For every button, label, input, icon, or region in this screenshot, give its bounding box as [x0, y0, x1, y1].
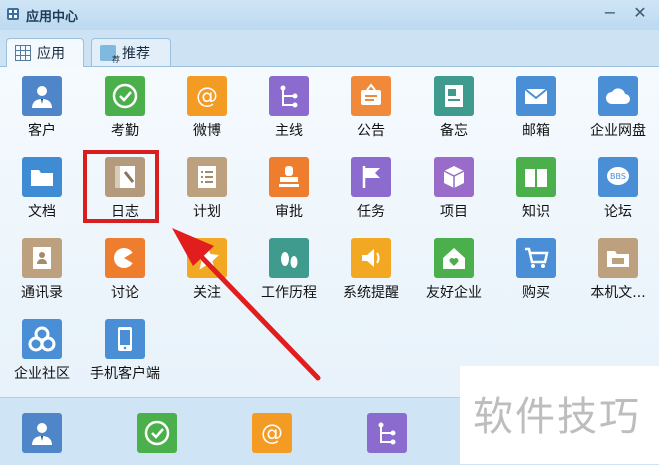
tab-apps[interactable]: 应用: [6, 38, 84, 67]
app-item[interactable]: 本机文...: [578, 238, 658, 318]
app-item[interactable]: 考勤: [85, 76, 165, 156]
app-item[interactable]: 公告: [331, 76, 411, 156]
app-grid-icon: [7, 8, 19, 20]
app-label: 邮箱: [522, 123, 550, 139]
book-icon: [516, 157, 556, 197]
app-item[interactable]: 系统提醒: [331, 238, 411, 318]
grid-icon: [15, 45, 31, 61]
speaker-icon: [351, 238, 391, 278]
app-label: 客户: [28, 123, 56, 139]
app-item[interactable]: 工作历程: [249, 238, 329, 318]
branch-icon: [269, 76, 309, 116]
community-icon: [22, 319, 62, 359]
app-label: 手机客户端: [90, 366, 160, 382]
person-icon: [22, 76, 62, 116]
app-item[interactable]: 通讯录: [2, 238, 82, 318]
recommend-icon: [100, 44, 120, 65]
flag-icon: [351, 157, 391, 197]
tab-apps-label: 应用: [37, 46, 65, 62]
close-button[interactable]: ✕: [630, 4, 650, 22]
app-item[interactable]: 主线: [249, 76, 329, 156]
app-label: 通讯录: [21, 285, 63, 301]
star-icon: [187, 238, 227, 278]
discuss-icon: [105, 238, 145, 278]
app-item[interactable]: 企业网盘: [578, 76, 658, 156]
app-item[interactable]: 客户: [2, 76, 82, 156]
dock-branch-icon[interactable]: [367, 413, 407, 453]
footprint-icon: [269, 238, 309, 278]
app-item[interactable]: 友好企业: [414, 238, 494, 318]
app-label: 企业网盘: [590, 123, 646, 139]
app-label: 微博: [193, 123, 221, 139]
app-label: 友好企业: [426, 285, 482, 301]
notice-board-icon: [351, 76, 391, 116]
box-icon: [434, 157, 474, 197]
app-label: 计划: [193, 204, 221, 220]
app-item[interactable]: 项目: [414, 157, 494, 237]
app-item[interactable]: 知识: [496, 157, 576, 237]
home-heart-icon: [434, 238, 474, 278]
app-item[interactable]: 关注: [167, 238, 247, 318]
app-item[interactable]: 文档: [2, 157, 82, 237]
dock-at-icon[interactable]: @: [252, 413, 292, 453]
app-label: 购买: [522, 285, 550, 301]
app-item[interactable]: 任务: [331, 157, 411, 237]
bbs-icon: BBS: [598, 157, 638, 197]
app-label: 主线: [275, 123, 303, 139]
svg-text:@: @: [196, 84, 218, 109]
dock-clock-check-icon[interactable]: [137, 413, 177, 453]
app-label: 备忘: [440, 123, 468, 139]
cart-icon: [516, 238, 556, 278]
app-item[interactable]: 手机客户端: [85, 319, 165, 399]
app-label: 论坛: [604, 204, 632, 220]
app-label: 考勤: [111, 123, 139, 139]
watermark: 软件技巧: [460, 366, 659, 464]
clock-check-icon: [105, 76, 145, 116]
mail-icon: [516, 76, 556, 116]
app-item[interactable]: @ 微博: [167, 76, 247, 156]
app-item[interactable]: BBS 论坛: [578, 157, 658, 237]
app-item[interactable]: 邮箱: [496, 76, 576, 156]
app-label: 审批: [275, 204, 303, 220]
title-bar: 应用中心 − ✕: [0, 0, 659, 30]
app-label: 讨论: [111, 285, 139, 301]
checklist-icon: [187, 157, 227, 197]
stamp-icon: [269, 157, 309, 197]
app-item[interactable]: 讨论: [85, 238, 165, 318]
phone-icon: [105, 319, 145, 359]
dock-person-icon[interactable]: [22, 413, 62, 453]
app-label: 企业社区: [14, 366, 70, 382]
cloud-icon: [598, 76, 638, 116]
memo-icon: [434, 76, 474, 116]
contacts-icon: [22, 238, 62, 278]
app-label: 任务: [357, 204, 385, 220]
app-label: 文档: [28, 204, 56, 220]
app-label: 关注: [193, 285, 221, 301]
app-item[interactable]: 购买: [496, 238, 576, 318]
app-item[interactable]: 备忘: [414, 76, 494, 156]
folder-icon: [22, 157, 62, 197]
svg-text:BBS: BBS: [610, 172, 626, 181]
app-label: 工作历程: [261, 285, 317, 301]
app-label: 项目: [440, 204, 468, 220]
window-title: 应用中心: [26, 10, 79, 25]
app-item[interactable]: 审批: [249, 157, 329, 237]
app-label: 公告: [357, 123, 385, 139]
app-label: 知识: [522, 204, 550, 220]
minimize-button[interactable]: −: [600, 4, 620, 22]
highlight-box: [83, 150, 159, 223]
tab-bar: 应用 推荐: [0, 30, 659, 67]
svg-text:@: @: [261, 421, 283, 446]
app-item[interactable]: 企业社区: [2, 319, 82, 399]
watermark-text: 软件技巧: [473, 394, 641, 440]
tab-recommend[interactable]: 推荐: [91, 38, 171, 66]
app-label: 系统提醒: [343, 285, 399, 301]
local-folder-icon: [598, 238, 638, 278]
app-label: 本机文...: [590, 285, 646, 301]
at-icon: @: [187, 76, 227, 116]
app-grid: 客户 考勤 @ 微博 主线 公告 备忘 邮箱 企业网盘 文档 日志 计划 审批 任务 项目 知识 BBS 论坛 通讯…: [0, 67, 659, 397]
app-item[interactable]: 计划: [167, 157, 247, 237]
tab-recommend-label: 推荐: [122, 45, 150, 62]
